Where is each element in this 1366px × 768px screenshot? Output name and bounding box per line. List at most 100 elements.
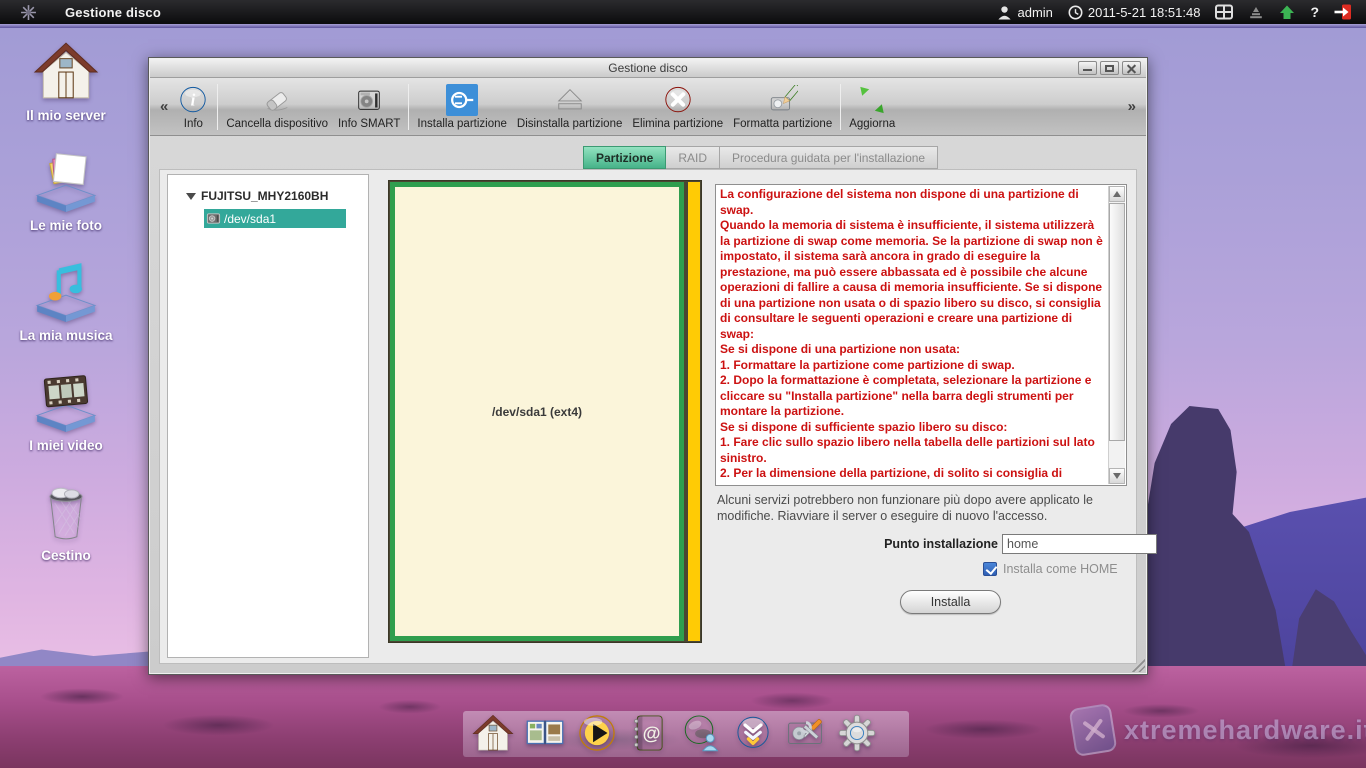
toolbar-unmount-partition-button[interactable]: Disinstalla partizione bbox=[512, 81, 627, 132]
install-as-home-label: Installa come HOME bbox=[1003, 562, 1118, 576]
tab-partizione[interactable]: Partizione bbox=[583, 146, 666, 169]
tree-partition-node-selected[interactable]: /dev/sda1 bbox=[204, 209, 346, 228]
desktop-icon-my-music[interactable]: La mia musica bbox=[10, 258, 122, 343]
arrow-up-icon bbox=[1113, 191, 1121, 197]
minimize-button[interactable] bbox=[1078, 61, 1097, 75]
eraser-icon bbox=[262, 85, 292, 115]
tree-expand-icon[interactable] bbox=[186, 193, 196, 200]
clock-display: 2011-5-21 18:51:48 bbox=[1068, 5, 1201, 20]
window-toolbar: « Info Cancella dispositivo Info SMART I… bbox=[150, 78, 1146, 136]
window-grid-icon[interactable] bbox=[1215, 4, 1233, 20]
dock-photo-album-button[interactable] bbox=[524, 712, 566, 754]
dock-web-sharing-button[interactable] bbox=[680, 712, 722, 754]
minimize-icon bbox=[1083, 69, 1092, 71]
window-titlebar[interactable]: Gestione disco bbox=[150, 59, 1146, 78]
music-icon bbox=[31, 258, 101, 324]
dock-home-button[interactable] bbox=[472, 712, 514, 754]
desktop-icon-label: Cestino bbox=[10, 548, 122, 563]
desktop-icon-my-videos[interactable]: I miei video bbox=[10, 368, 122, 453]
checkbox-checked-icon[interactable] bbox=[983, 562, 997, 576]
close-button[interactable] bbox=[1122, 61, 1141, 75]
toolbar-info-button[interactable]: Info bbox=[172, 81, 214, 132]
toolbar-separator bbox=[217, 84, 218, 130]
hdd-small-icon bbox=[206, 211, 221, 226]
globe-person-icon bbox=[680, 712, 722, 754]
trash-icon bbox=[31, 478, 101, 544]
toolbar-erase-device-button[interactable]: Cancella dispositivo bbox=[221, 81, 333, 132]
toolbar-scroll-right[interactable]: » bbox=[1124, 98, 1140, 115]
upgrade-arrow-icon[interactable] bbox=[1279, 4, 1295, 20]
partition-name: /dev/sda1 bbox=[224, 212, 276, 226]
photo-album-icon bbox=[524, 712, 566, 754]
top-bar-title: Gestione disco bbox=[65, 5, 161, 20]
disk-pencil-icon bbox=[768, 85, 798, 115]
device-name: FUJITSU_MHY2160BH bbox=[201, 189, 328, 203]
swap-info-text: La configurazione del sistema non dispon… bbox=[720, 187, 1104, 483]
delete-cross-icon bbox=[663, 85, 693, 115]
info-circle-icon bbox=[178, 85, 208, 115]
video-icon bbox=[31, 368, 101, 434]
scrollbar-thumb[interactable] bbox=[1109, 203, 1125, 441]
toolbar-delete-partition-button[interactable]: Elimina partizione bbox=[627, 81, 728, 132]
install-as-home-option[interactable]: Installa come HOME bbox=[983, 562, 1118, 576]
desktop-icon-my-server[interactable]: Il mio server bbox=[10, 38, 122, 123]
dock-settings-button[interactable] bbox=[836, 712, 878, 754]
partition-map[interactable]: /dev/sda1 (ext4) bbox=[388, 180, 702, 643]
dock-contacts-button[interactable] bbox=[628, 712, 670, 754]
user-name: admin bbox=[1017, 5, 1052, 20]
toolbar-format-partition-button[interactable]: Formatta partizione bbox=[728, 81, 837, 132]
maximize-icon bbox=[1105, 65, 1114, 72]
watermark: xtremehardware.it bbox=[1072, 706, 1366, 754]
service-restart-notice: Alcuni servizi potrebbero non funzionare… bbox=[717, 492, 1117, 524]
install-button[interactable]: Installa bbox=[900, 590, 1001, 614]
download-sphere-icon bbox=[732, 712, 774, 754]
help-button[interactable]: ? bbox=[1310, 4, 1319, 20]
system-top-bar: Gestione disco admin 2011-5-21 18:51:48 … bbox=[0, 0, 1366, 24]
photos-icon bbox=[31, 148, 101, 214]
tree-device-node[interactable]: FUJITSU_MHY2160BH bbox=[168, 189, 368, 203]
tab-strip: Partizione RAID Procedura guidata per l'… bbox=[583, 146, 938, 169]
disk-tools-icon bbox=[784, 712, 826, 754]
dock-media-player-button[interactable] bbox=[576, 712, 618, 754]
toolbar-separator bbox=[408, 84, 409, 130]
contacts-icon bbox=[628, 712, 670, 754]
watermark-logo-icon bbox=[1069, 703, 1118, 757]
window-content: FUJITSU_MHY2160BH /dev/sda1 /dev/sda1 (e… bbox=[159, 169, 1137, 664]
device-tree-panel: FUJITSU_MHY2160BH /dev/sda1 bbox=[167, 174, 369, 658]
logout-icon[interactable] bbox=[1334, 3, 1352, 21]
eject-icon bbox=[555, 85, 585, 115]
dock bbox=[472, 712, 878, 754]
media-player-icon bbox=[576, 712, 618, 754]
dock-download-button[interactable] bbox=[732, 712, 774, 754]
toolbar-scroll-left[interactable]: « bbox=[156, 98, 172, 115]
window-title: Gestione disco bbox=[608, 61, 687, 75]
watermark-text: xtremehardware.it bbox=[1124, 715, 1366, 746]
dock-disk-utility-button[interactable] bbox=[784, 712, 826, 754]
mount-point-label: Punto installazione bbox=[715, 537, 998, 551]
tab-install-wizard[interactable]: Procedura guidata per l'installazione bbox=[720, 146, 938, 169]
tab-raid[interactable]: RAID bbox=[666, 146, 720, 169]
partition-block-sda1[interactable]: /dev/sda1 (ext4) bbox=[390, 182, 684, 641]
house-icon bbox=[31, 38, 101, 104]
desktop-icon-label: Le mie foto bbox=[10, 218, 122, 233]
datetime-text: 2011-5-21 18:51:48 bbox=[1088, 5, 1201, 20]
swap-info-box: La configurazione del sistema non dispon… bbox=[715, 184, 1127, 486]
desktop-icon-trash[interactable]: Cestino bbox=[10, 478, 122, 563]
desktop-icon-my-photos[interactable]: Le mie foto bbox=[10, 148, 122, 233]
clock-icon bbox=[1068, 5, 1083, 20]
app-logo-icon[interactable] bbox=[20, 4, 37, 21]
stack-icon[interactable] bbox=[1248, 4, 1264, 20]
gear-icon bbox=[836, 712, 878, 754]
plug-icon bbox=[447, 85, 477, 115]
maximize-button[interactable] bbox=[1100, 61, 1119, 75]
mount-point-input[interactable] bbox=[1002, 534, 1157, 554]
scroll-up-button[interactable] bbox=[1109, 186, 1125, 202]
partition-block-label: /dev/sda1 (ext4) bbox=[492, 405, 582, 419]
scroll-down-button[interactable] bbox=[1109, 468, 1125, 484]
scrollbar-vertical[interactable] bbox=[1108, 186, 1125, 484]
toolbar-smart-info-button[interactable]: Info SMART bbox=[333, 81, 405, 132]
toolbar-mount-partition-button[interactable]: Installa partizione bbox=[412, 81, 512, 132]
partition-free-space-strip[interactable] bbox=[688, 182, 700, 641]
toolbar-refresh-button[interactable]: Aggiorna bbox=[844, 81, 900, 132]
user-menu[interactable]: admin bbox=[997, 5, 1052, 20]
